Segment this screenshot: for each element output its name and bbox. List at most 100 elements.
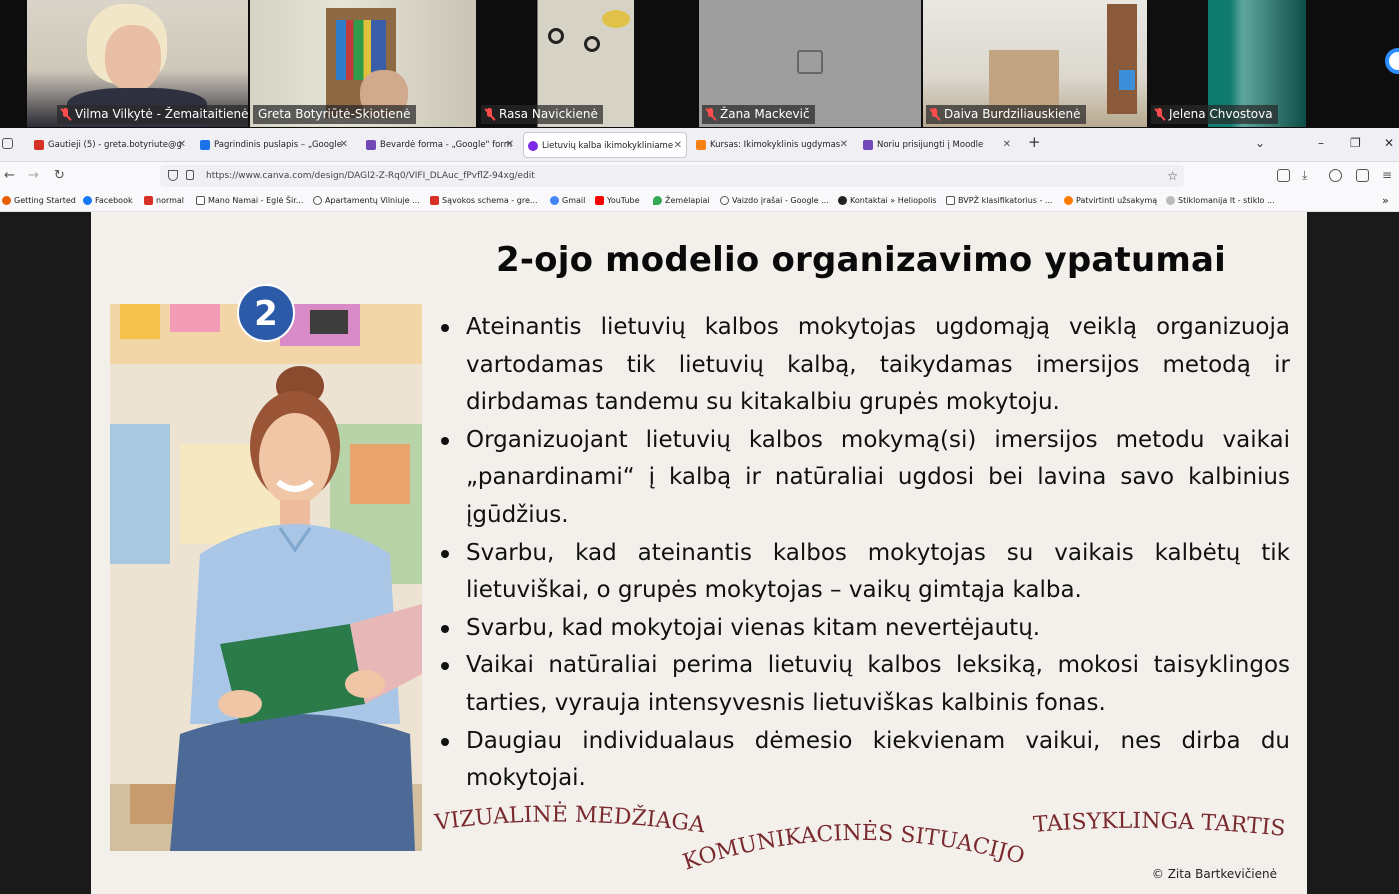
decor-ring — [584, 36, 600, 52]
tab-google-forms[interactable]: Bevardė forma - „Google" form ✕ — [362, 132, 518, 158]
tab-label: Pagrindinis puslapis – „Google — [214, 140, 342, 150]
bookmark-youtube[interactable]: YouTube — [595, 190, 640, 212]
zoom-app-icon[interactable] — [1385, 48, 1399, 74]
close-icon[interactable]: ✕ — [178, 132, 186, 158]
bookmark-label: Facebook — [95, 196, 133, 205]
tab-label: Bevardė forma - „Google" form — [380, 140, 512, 150]
poster — [1119, 70, 1135, 90]
forward-arrow-icon[interactable]: → — [28, 168, 39, 183]
participant-tile-active-speaker[interactable]: Greta Botyriūtė-Skiotienė — [250, 0, 476, 127]
order-icon — [1064, 196, 1073, 205]
tab-moodle-course[interactable]: Kursas: Ikimokyklinis ugdymas ✕ — [692, 132, 852, 158]
tab-google-drive[interactable]: Pagrindinis puslapis – „Google ✕ — [196, 132, 352, 158]
bookmark-label: YouTube — [607, 196, 640, 205]
mic-muted-icon — [484, 108, 495, 121]
bookmark-label: Vaizdo įrašai - Google ... — [732, 196, 829, 205]
bookmark-savokos-schema[interactable]: Sąvokos schema - gre... — [430, 190, 538, 212]
decor-ring — [548, 28, 564, 44]
gmail-icon — [430, 196, 439, 205]
participant-tile[interactable]: Žana Mackevič — [699, 0, 921, 127]
teacher-photo — [110, 304, 422, 851]
page-icon — [196, 196, 205, 205]
tab-canva-active[interactable]: Lietuvių kalba ikimokykliniame ✕ — [523, 132, 687, 158]
bookmark-bvpz[interactable]: BVPŽ klasifikatorius - ... — [946, 190, 1053, 212]
tab-list-icon[interactable] — [2, 138, 13, 149]
mic-muted-icon — [929, 108, 940, 121]
bookmark-facebook[interactable]: Facebook — [83, 190, 133, 212]
bookmark-label: Kontaktai » Heliopolis — [850, 196, 937, 205]
bookmark-gmail[interactable]: Gmail — [550, 190, 585, 212]
participant-name-tag: Jelena Chvostova — [1151, 105, 1278, 124]
heliopolis-icon — [838, 196, 847, 205]
participant-name-tag: Rasa Navickienė — [481, 105, 603, 124]
bookmarks-overflow-icon[interactable]: » — [1382, 190, 1389, 212]
bookmark-mano-namai[interactable]: Mano Namai - Eglė Šir... — [196, 190, 303, 212]
pocket-icon[interactable] — [1277, 169, 1290, 182]
tab-label: Kursas: Ikimokyklinis ugdymas — [710, 140, 841, 150]
close-icon[interactable]: ✕ — [1003, 132, 1011, 158]
tab-label: Lietuvių kalba ikimokykliniame — [542, 141, 674, 151]
close-window-icon[interactable]: ✕ — [1384, 136, 1394, 150]
bookmark-heliopolis[interactable]: Kontaktai » Heliopolis — [838, 190, 937, 212]
teacher-illustration — [110, 304, 422, 851]
close-icon[interactable]: ✕ — [340, 132, 348, 158]
curved-label-visual: VIZUALINĖ MEDŽIAGA — [432, 800, 707, 838]
bookmark-vaizdo-irasai[interactable]: Vaizdo įrašai - Google ... — [720, 190, 829, 212]
chevron-down-icon[interactable]: ⌄ — [1255, 136, 1265, 150]
close-icon[interactable]: ✕ — [674, 133, 682, 157]
participant-name: Žana Mackevič — [720, 107, 810, 121]
bookmarks-toolbar: Getting Started Facebook normal Mano Nam… — [0, 190, 1399, 212]
tracking-shield-icon[interactable] — [168, 170, 178, 181]
mic-muted-icon — [60, 108, 71, 121]
extensions-icon[interactable] — [1356, 169, 1369, 182]
participant-name: Daiva Burdziliauskienė — [944, 107, 1081, 121]
gmail-icon — [34, 140, 44, 150]
bookmark-label: Gmail — [562, 196, 586, 205]
bookmark-patvirtinti[interactable]: Patvirtinti užsakymą — [1064, 190, 1157, 212]
account-icon[interactable] — [1329, 169, 1342, 182]
copyright-text: © Zita Bartkevičienė — [1151, 867, 1277, 881]
restore-icon[interactable]: ❐ — [1350, 136, 1361, 150]
google-icon — [550, 196, 559, 205]
bookmark-star-icon[interactable]: ☆ — [1167, 165, 1178, 187]
video-participants-strip: Vilma Vilkytė - Žemaitaitienė Greta Boty… — [0, 0, 1399, 128]
mic-muted-icon — [705, 108, 716, 121]
minimize-icon[interactable]: – — [1318, 136, 1324, 150]
stiklomanija-icon — [1166, 196, 1175, 205]
bookmark-zemelapiai[interactable]: Žemėlapiai — [653, 190, 710, 212]
browser-tab-bar: Gautieji (5) - greta.botyriute@g ✕ Pagri… — [0, 128, 1399, 162]
model-number-badge: 2 — [237, 284, 295, 342]
new-tab-icon[interactable]: + — [1028, 133, 1041, 151]
participant-tile[interactable]: Jelena Chvostova — [1148, 0, 1306, 127]
participant-tile[interactable]: Rasa Navickienė — [478, 0, 634, 127]
forms-icon — [863, 140, 873, 150]
close-icon[interactable]: ✕ — [840, 132, 848, 158]
address-bar[interactable]: https://www.canva.com/design/DAGl2-Z-Rq0… — [160, 165, 1184, 187]
lock-icon[interactable] — [186, 170, 194, 180]
browser-nav-bar: ← → ↻ https://www.canva.com/design/DAGl2… — [0, 162, 1399, 190]
curved-label-visual-path: VIZUALINĖ MEDŽIAGA — [432, 800, 707, 838]
back-arrow-icon[interactable]: ← — [4, 168, 15, 183]
participant-name-tag: Vilma Vilkytė - Žemaitaitienė — [57, 105, 248, 124]
bookmark-apartamentu[interactable]: Apartamentų Vilniuje ... — [313, 190, 420, 212]
bullet-item: Daugiau individualaus dėmesio kiekvienam… — [439, 723, 1290, 798]
close-icon[interactable]: ✕ — [506, 132, 514, 158]
reload-icon[interactable]: ↻ — [54, 168, 65, 183]
url-text[interactable]: https://www.canva.com/design/DAGl2-Z-Rq0… — [206, 171, 535, 181]
participant-name: Greta Botyriūtė-Skiotienė — [258, 107, 411, 121]
downloads-icon[interactable]: ⤓ — [1302, 168, 1307, 183]
participant-name-tag: Žana Mackevič — [702, 105, 815, 124]
canva-presentation-area: 2-ojo modelio organizavimo ypatumai 2 At… — [0, 212, 1399, 894]
bookmark-stiklomanija[interactable]: Stiklomanija lt - stiklo ... — [1166, 190, 1275, 212]
menu-hamburger-icon[interactable]: ≡ — [1382, 168, 1392, 182]
bookmark-label: normal — [156, 196, 185, 205]
canva-icon — [528, 141, 538, 151]
tab-gmail[interactable]: Gautieji (5) - greta.botyriute@g ✕ — [30, 132, 190, 158]
participant-tile[interactable]: Vilma Vilkytė - Žemaitaitienė — [27, 0, 248, 127]
flowers — [602, 10, 630, 28]
bookmark-getting-started[interactable]: Getting Started — [2, 190, 76, 212]
participant-tile[interactable]: Daiva Burdziliauskienė — [923, 0, 1147, 127]
tab-moodle-login-form[interactable]: Noriu prisijungti į Moodle ✕ — [859, 132, 1015, 158]
bookmark-normal[interactable]: normal — [144, 190, 184, 212]
person-face — [105, 25, 161, 91]
